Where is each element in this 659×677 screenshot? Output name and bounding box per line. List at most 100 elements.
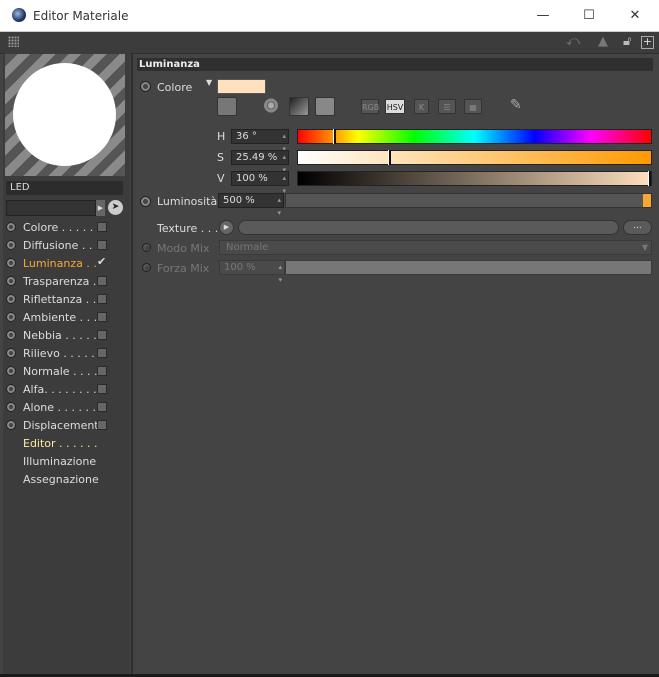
luminosity-animate-radio[interactable]: [140, 196, 151, 207]
minimize-button[interactable]: —: [520, 0, 566, 31]
channel-item[interactable]: Diffusione . .: [3, 237, 130, 255]
rgb-mode-button[interactable]: RGB: [361, 99, 379, 114]
saturation-slider[interactable]: [297, 150, 652, 165]
channel-label[interactable]: Luminanza . .: [23, 257, 97, 270]
panel-divider[interactable]: [131, 53, 133, 674]
channel-checkbox[interactable]: [97, 222, 107, 232]
channel-item[interactable]: Trasparenza . .: [3, 273, 130, 291]
channel-animate-radio[interactable]: [6, 258, 16, 268]
channel-checkbox[interactable]: [97, 348, 107, 358]
channel-item[interactable]: Luminanza . .: [3, 255, 130, 273]
mix-mode-radio[interactable]: [142, 243, 151, 252]
channel-animate-radio[interactable]: [6, 330, 16, 340]
color-animate-radio[interactable]: [140, 81, 151, 92]
picker-cursor-icon[interactable]: ➤: [108, 200, 123, 215]
channel-label[interactable]: Rilievo . . . . .: [23, 347, 95, 360]
channel-label[interactable]: Riflettanza . .: [23, 293, 96, 306]
mix-mode-select[interactable]: Normale ▼: [219, 240, 652, 255]
luminosity-input[interactable]: 500 % ▴ ▾: [218, 193, 284, 217]
channel-animate-radio[interactable]: [6, 222, 16, 232]
channel-animate-radio[interactable]: [6, 366, 16, 376]
kelvin-mode-button[interactable]: K: [414, 99, 429, 114]
s-input[interactable]: 25.49 % ▴ ▾: [231, 150, 289, 174]
channel-item[interactable]: Displacement: [3, 417, 130, 435]
channel-label[interactable]: Ambiente . . . .: [23, 311, 104, 324]
page-item[interactable]: Editor . . . . . .: [3, 435, 130, 453]
color-wheel-icon[interactable]: [262, 97, 280, 114]
eyedropper-icon[interactable]: ✎: [510, 97, 522, 113]
page-label[interactable]: Editor . . . . . .: [23, 437, 98, 450]
page-label[interactable]: Illuminazione: [23, 455, 96, 468]
channel-checkbox[interactable]: [97, 240, 107, 250]
maximize-button[interactable]: ☐: [566, 0, 612, 31]
channel-checkbox[interactable]: [97, 255, 107, 265]
page-label[interactable]: Assegnazione: [23, 473, 99, 486]
value-slider[interactable]: [297, 171, 652, 186]
texture-expand-icon[interactable]: ▶: [219, 220, 234, 235]
channel-checkbox[interactable]: [97, 330, 107, 340]
channel-checkbox[interactable]: [97, 402, 107, 412]
channel-label[interactable]: Alfa. . . . . . . .: [23, 383, 97, 396]
color-dropdown-arrow-icon[interactable]: ▼: [206, 78, 212, 87]
mix-strength-spinner-icon[interactable]: ▴ ▾: [278, 261, 282, 287]
image-picker-icon[interactable]: [315, 97, 335, 116]
channel-label[interactable]: Trasparenza . .: [23, 275, 103, 288]
channel-item[interactable]: Nebbia . . . . .: [3, 327, 130, 345]
channel-animate-radio[interactable]: [6, 294, 16, 304]
channel-animate-radio[interactable]: [6, 312, 16, 322]
channel-label[interactable]: Colore . . . . .: [23, 221, 93, 234]
luminosity-slider[interactable]: [285, 193, 652, 208]
channel-checkbox[interactable]: [97, 420, 107, 430]
channel-item[interactable]: Alone . . . . . .: [3, 399, 130, 417]
channel-label[interactable]: Nebbia . . . . .: [23, 329, 97, 342]
channel-checkbox[interactable]: [97, 312, 107, 322]
grip-icon[interactable]: [8, 36, 19, 47]
channel-animate-radio[interactable]: [6, 348, 16, 358]
hsv-mode-button[interactable]: HSV: [385, 99, 405, 114]
lock-icon[interactable]: 🔓︎: [623, 34, 631, 49]
spectrum-icon[interactable]: [289, 97, 309, 116]
channel-checkbox[interactable]: [97, 294, 107, 304]
material-name[interactable]: LED: [6, 181, 123, 195]
saturation-slider-marker[interactable]: [387, 150, 391, 165]
channel-label[interactable]: Alone . . . . . .: [23, 401, 96, 414]
channel-item[interactable]: Rilievo . . . . .: [3, 345, 130, 363]
channel-label[interactable]: Normale . . . .: [23, 365, 98, 378]
channel-item[interactable]: Alfa. . . . . . . .: [3, 381, 130, 399]
title-bar[interactable]: Editor Materiale — ☐ ✕: [0, 0, 659, 32]
material-preview[interactable]: [5, 54, 125, 176]
hue-slider-marker[interactable]: [333, 129, 337, 144]
mixer-icon[interactable]: ☰: [438, 99, 456, 114]
channel-item[interactable]: Riflettanza . .: [3, 291, 130, 309]
channel-animate-radio[interactable]: [6, 240, 16, 250]
mix-strength-input[interactable]: 100 % ▴ ▾: [219, 260, 285, 284]
value-slider-marker[interactable]: [648, 171, 651, 186]
color-picker-expand-icon[interactable]: [217, 97, 237, 116]
material-menu-arrow-icon[interactable]: ▶: [96, 200, 105, 216]
close-button[interactable]: ✕: [612, 0, 658, 31]
channel-item[interactable]: Ambiente . . . .: [3, 309, 130, 327]
v-input[interactable]: 100 % ▴ ▾: [231, 171, 289, 195]
arrow-up-icon[interactable]: ▲: [598, 34, 608, 49]
channel-item[interactable]: Normale . . . .: [3, 363, 130, 381]
channel-checkbox[interactable]: [97, 366, 107, 376]
channel-item[interactable]: Colore . . . . .: [3, 219, 130, 237]
mix-strength-radio[interactable]: [142, 263, 151, 272]
page-item[interactable]: Assegnazione: [3, 471, 130, 489]
channel-animate-radio[interactable]: [6, 276, 16, 286]
channel-animate-radio[interactable]: [6, 420, 16, 430]
swatches-icon[interactable]: ▦: [464, 99, 482, 114]
channel-label[interactable]: Displacement: [23, 419, 99, 432]
channel-animate-radio[interactable]: [6, 384, 16, 394]
arrow-back-icon[interactable]: ⤺: [566, 34, 580, 49]
channel-checkbox[interactable]: [97, 384, 107, 394]
new-panel-icon[interactable]: +: [641, 36, 654, 49]
channel-checkbox[interactable]: [97, 276, 107, 286]
channel-animate-radio[interactable]: [6, 402, 16, 412]
h-input[interactable]: 36 ° ▴ ▾: [231, 129, 289, 153]
channel-label[interactable]: Diffusione . .: [23, 239, 92, 252]
color-swatch[interactable]: [217, 79, 266, 94]
material-search-field[interactable]: [6, 200, 96, 216]
texture-browse-button[interactable]: ...: [623, 220, 652, 235]
page-item[interactable]: Illuminazione: [3, 453, 130, 471]
